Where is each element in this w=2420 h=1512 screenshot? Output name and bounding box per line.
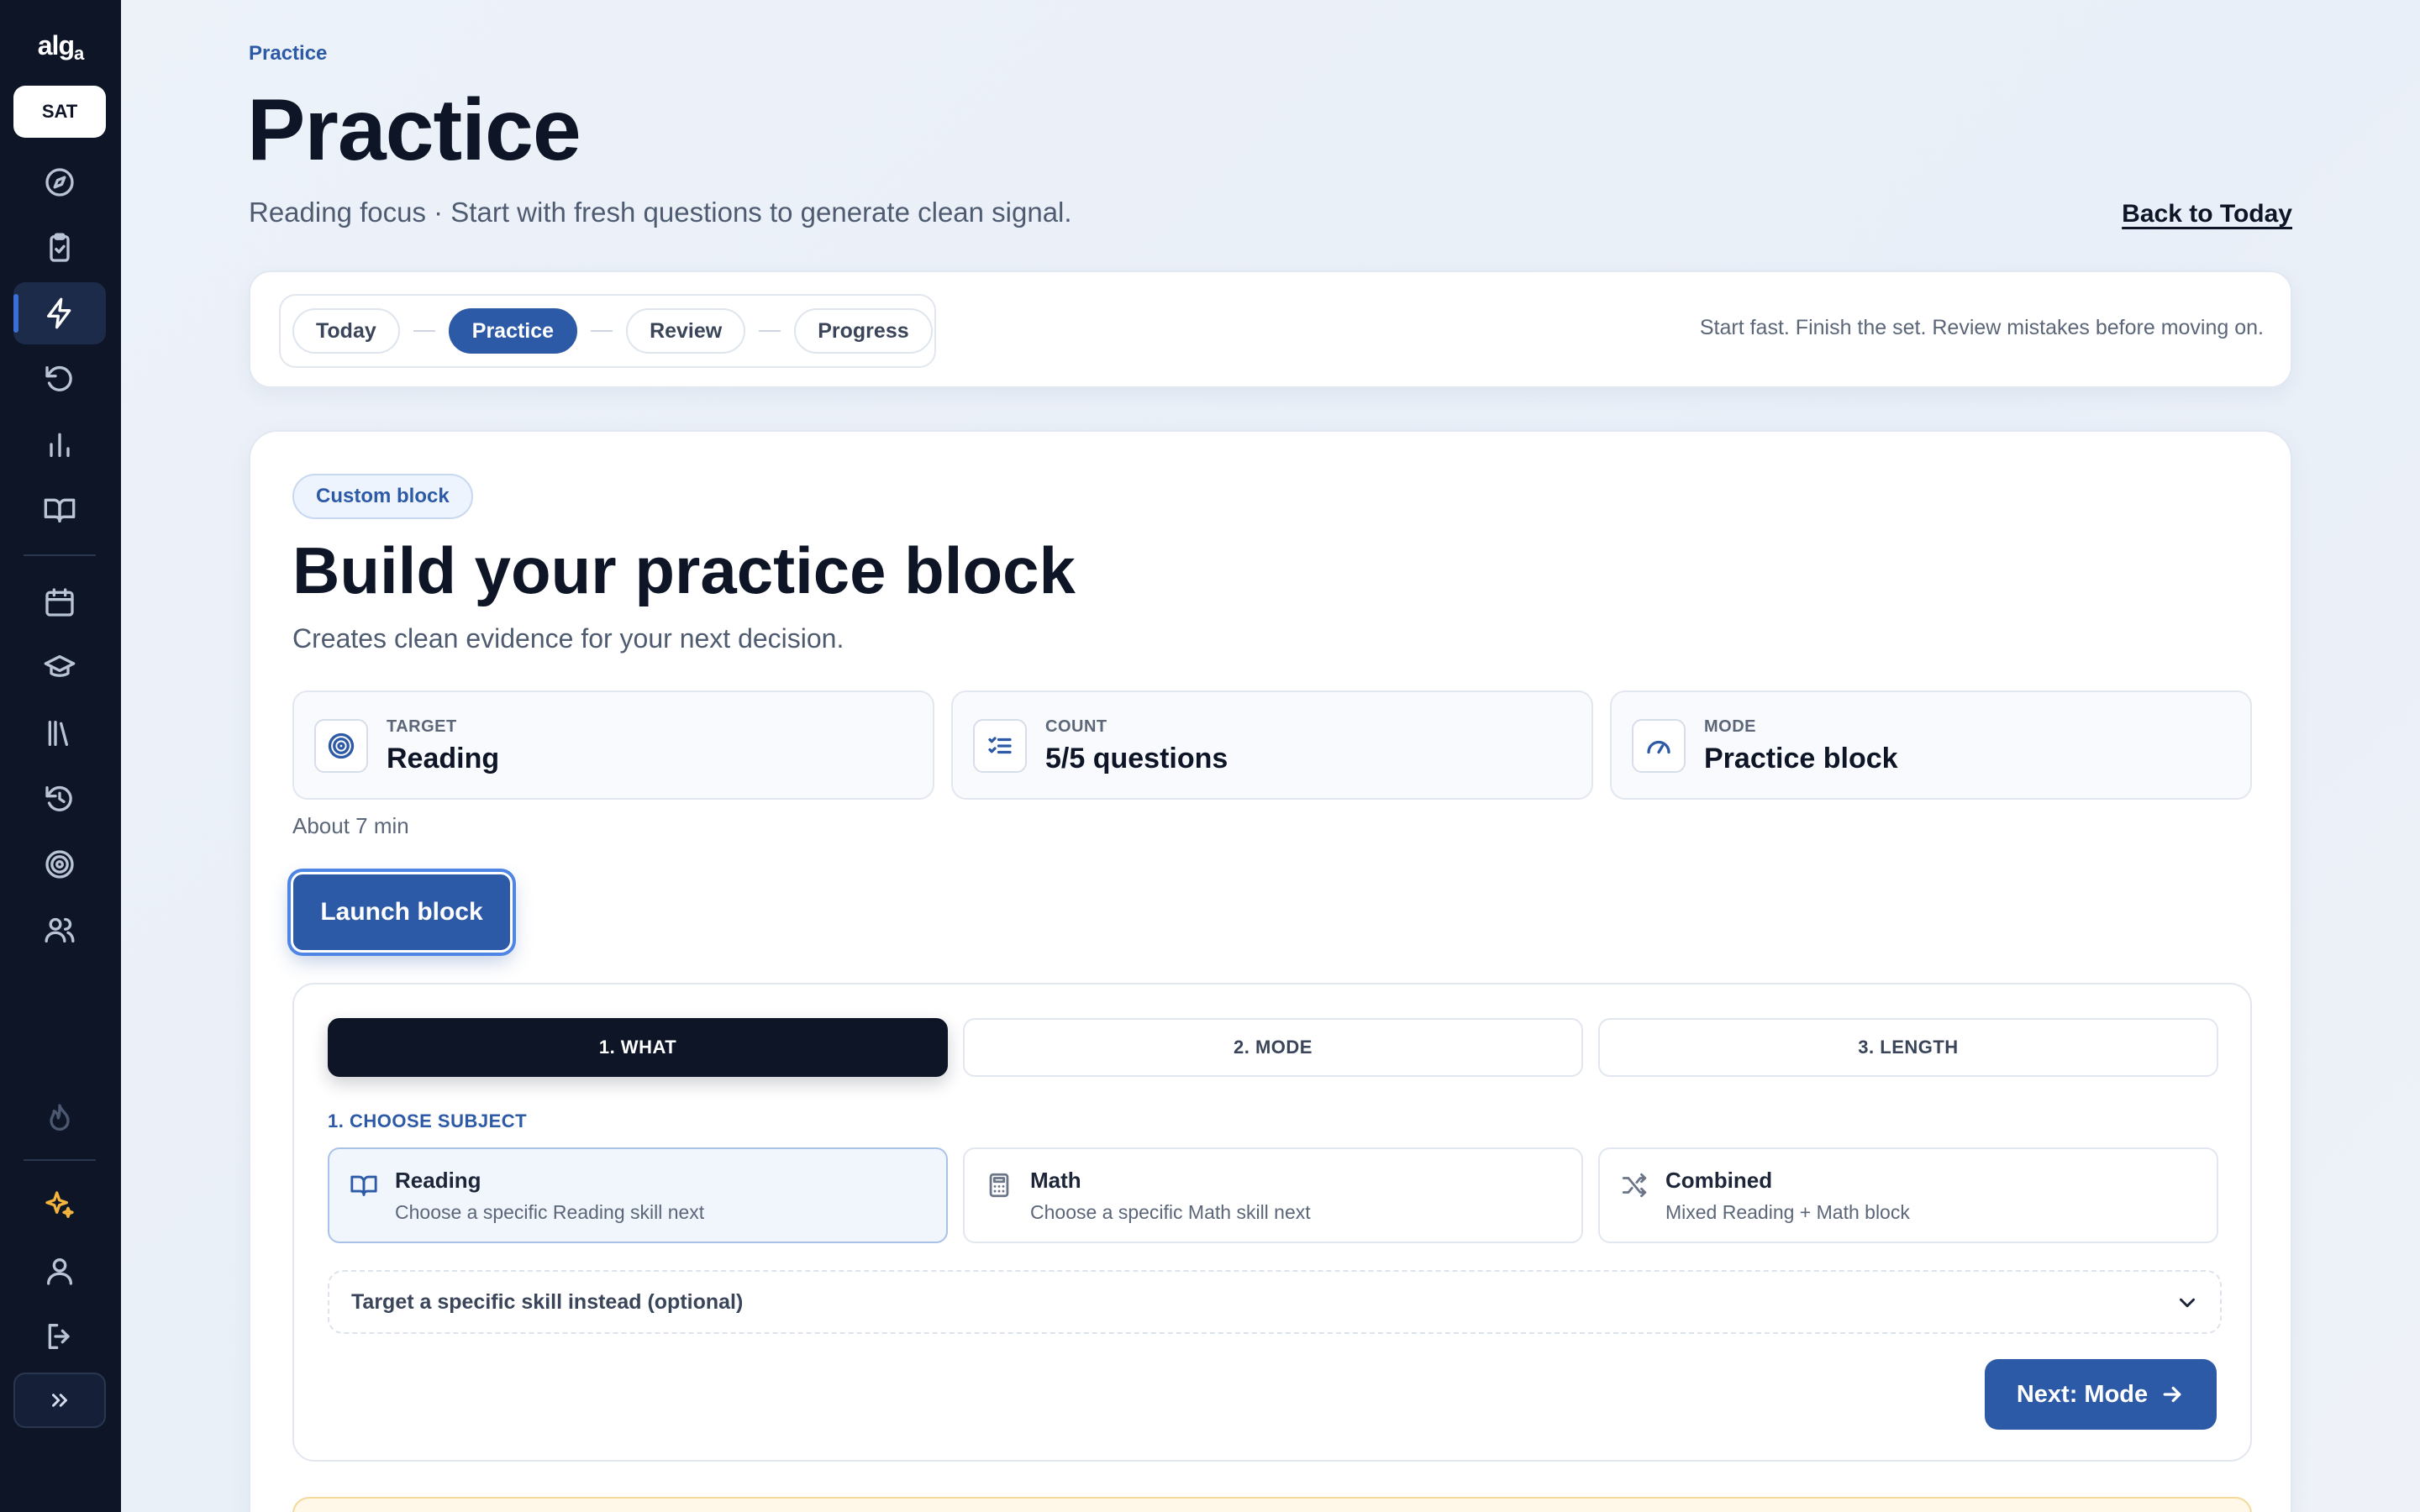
calculator-icon [985, 1171, 1013, 1200]
flow-steps: Today Practice Review Progress [279, 294, 936, 368]
stat-mode: MODE Practice block [1610, 690, 2252, 800]
subject-combined[interactable]: Combined Mixed Reading + Math block [1598, 1147, 2218, 1243]
history-icon[interactable] [13, 768, 106, 830]
book-open-icon[interactable] [13, 479, 106, 541]
subject-reading[interactable]: Reading Choose a specific Reading skill … [328, 1147, 948, 1243]
library-icon[interactable] [13, 702, 106, 764]
arrow-right-icon [2163, 1386, 2181, 1403]
breadcrumb[interactable]: Practice [249, 42, 327, 66]
subject-name: Reading [395, 1168, 481, 1193]
flame-icon[interactable] [13, 1087, 106, 1149]
book-icon [350, 1171, 378, 1200]
flow-card: Today Practice Review Progress Start fas… [249, 270, 2292, 388]
exam-selector[interactable]: SAT [13, 86, 106, 138]
stat-value: 5/5 questions [1045, 743, 1228, 774]
tab-length[interactable]: 3. LENGTH [1598, 1018, 2218, 1077]
target-skill-dropdown[interactable]: Target a specific skill instead (optiona… [328, 1270, 2222, 1334]
chevrons-right-icon [52, 1394, 67, 1407]
compass-icon[interactable] [13, 151, 106, 213]
subject-description: Choose a specific Reading skill next [395, 1201, 705, 1223]
launch-block-button[interactable]: Launch block [291, 872, 513, 953]
expand-sidebar-button[interactable] [13, 1373, 106, 1428]
subject-description: Choose a specific Math skill next [1030, 1201, 1311, 1223]
logout-icon[interactable] [13, 1305, 106, 1368]
stat-target: TARGET Reading [292, 690, 934, 800]
stat-label: COUNT [1045, 717, 1107, 736]
bar-chart-icon[interactable] [13, 413, 106, 475]
graduation-cap-icon[interactable] [13, 637, 106, 699]
sidebar-divider [24, 554, 96, 556]
subject-name: Combined [1665, 1168, 1773, 1193]
page-subtitle: Reading focus · Start with fresh questio… [249, 197, 1072, 228]
sidebar: alga SAT [0, 0, 121, 1512]
shuffle-icon [1620, 1171, 1649, 1200]
chevron-down-icon [2175, 1290, 2200, 1315]
block-builder: 1. WHAT 2. MODE 3. LENGTH 1. CHOOSE SUBJ… [292, 983, 2252, 1462]
lightning-icon[interactable] [13, 282, 106, 344]
target-icon [314, 719, 368, 773]
next-mode-button[interactable]: Next: Mode [1985, 1359, 2217, 1430]
subject-description: Mixed Reading + Math block [1665, 1201, 1910, 1223]
tab-mode[interactable]: 2. MODE [963, 1018, 1583, 1077]
gauge-icon [1632, 719, 1686, 773]
user-icon[interactable] [13, 1240, 106, 1302]
next-button-label: Next: Mode [2016, 1380, 2149, 1408]
sidebar-divider [24, 1159, 96, 1161]
rotate-ccw-icon[interactable] [13, 348, 106, 410]
practice-builder-card: Custom block Build your practice block C… [249, 430, 2292, 1512]
flow-step-review[interactable]: Review [626, 308, 746, 354]
users-icon[interactable] [13, 899, 106, 961]
stat-value: Reading [387, 743, 500, 774]
custom-block-badge: Custom block [292, 474, 473, 519]
notice-banner [292, 1497, 2252, 1512]
list-check-icon [973, 719, 1027, 773]
sparkles-icon[interactable] [13, 1174, 106, 1236]
stat-value: Practice block [1704, 743, 1898, 774]
page-title: Practice [247, 81, 581, 179]
section-label: 1. CHOOSE SUBJECT [328, 1110, 528, 1131]
flow-tip: Start fast. Finish the set. Review mista… [1699, 316, 2264, 339]
subject-math[interactable]: Math Choose a specific Math skill next [963, 1147, 1583, 1243]
flow-separator [759, 330, 781, 332]
dropdown-label: Target a specific skill instead (optiona… [351, 1290, 744, 1314]
card-title: Build your practice block [292, 533, 1076, 607]
flow-separator [591, 330, 613, 332]
stat-count: COUNT 5/5 questions [951, 690, 1593, 800]
app-logo[interactable]: alga [0, 30, 121, 65]
flow-step-progress[interactable]: Progress [794, 308, 933, 354]
calendar-icon[interactable] [13, 571, 106, 633]
stat-label: TARGET [387, 717, 457, 736]
stat-label: MODE [1704, 717, 1756, 736]
flow-separator [413, 330, 435, 332]
estimated-duration: About 7 min [292, 813, 409, 838]
flow-step-practice[interactable]: Practice [448, 308, 578, 354]
subject-name: Math [1030, 1168, 1081, 1193]
target-icon[interactable] [13, 833, 106, 895]
card-subtitle: Creates clean evidence for your next dec… [292, 623, 844, 654]
flow-step-today[interactable]: Today [292, 308, 400, 354]
back-to-today-link[interactable]: Back to Today [2122, 200, 2292, 228]
tab-what[interactable]: 1. WHAT [328, 1018, 948, 1077]
clipboard-check-icon[interactable] [13, 217, 106, 279]
